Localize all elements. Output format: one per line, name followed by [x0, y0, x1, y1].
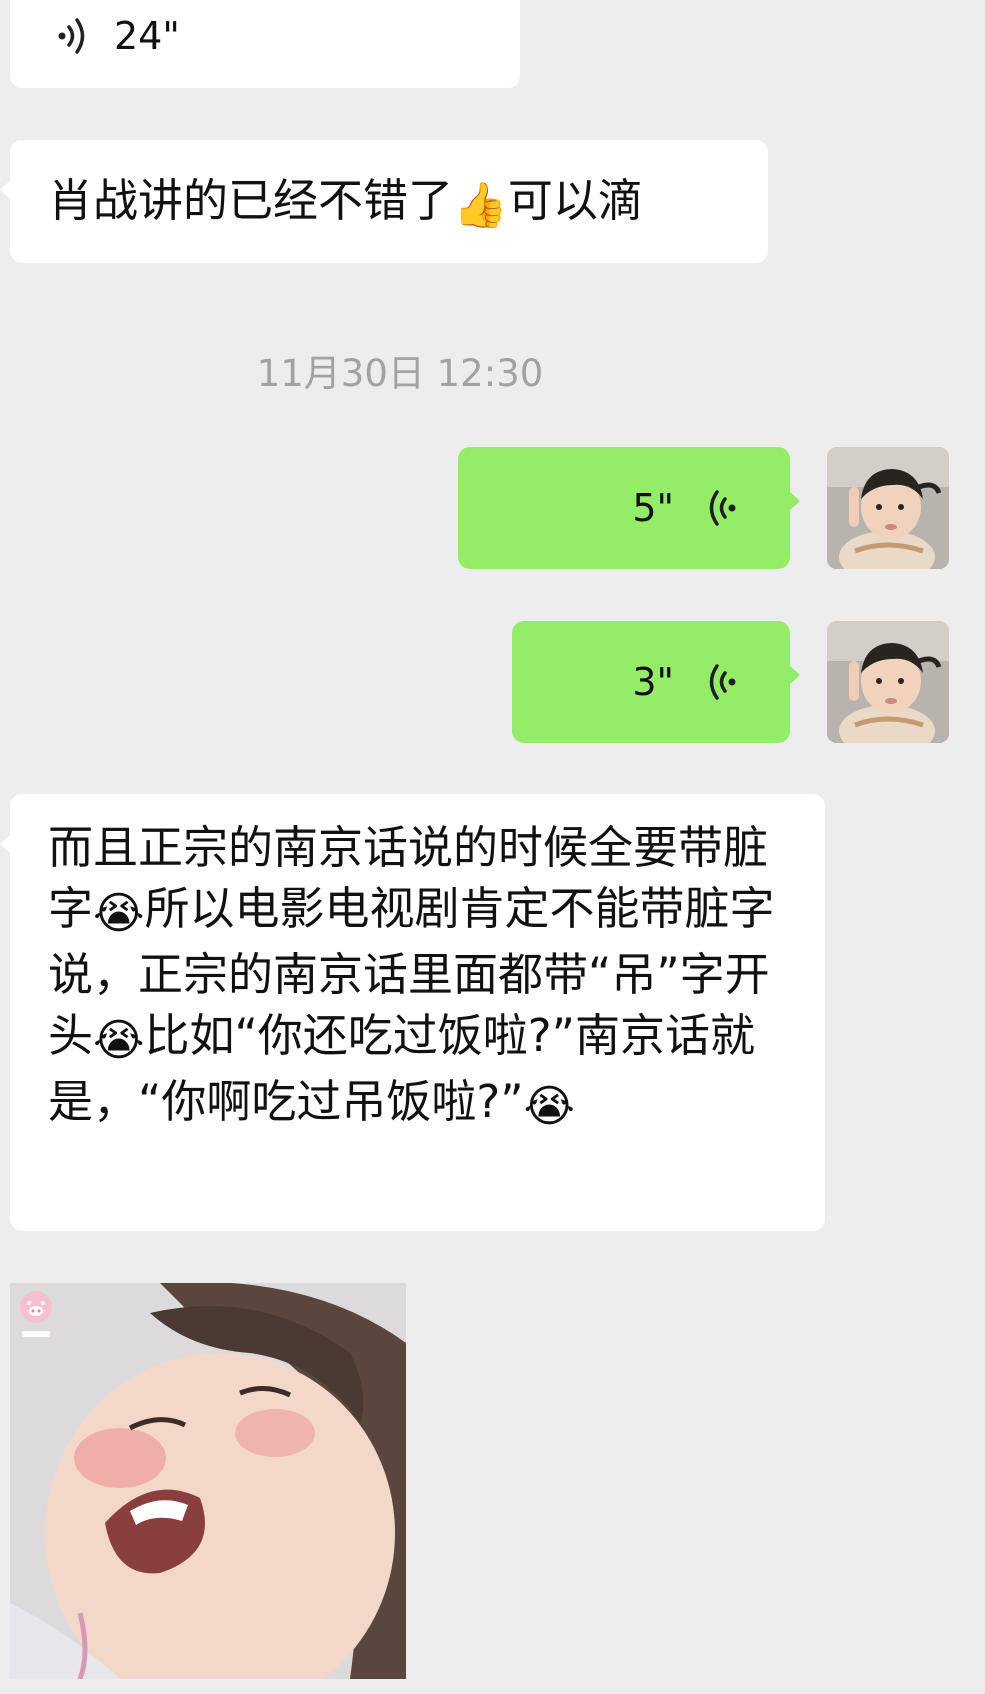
voice-wave-icon	[709, 490, 736, 526]
sticker-message[interactable]	[10, 1283, 406, 1679]
user-avatar[interactable]	[827, 621, 949, 743]
text-message-left[interactable]: 而且正宗的南京话说的时候全要带脏字😭所以电影电视剧肯定不能带脏字说，正宗的南京话…	[0, 794, 825, 1231]
user-avatar[interactable]	[827, 447, 949, 569]
voice-wave-icon	[709, 664, 736, 700]
text-message-left[interactable]: 肖战讲的已经不错了👍可以滴	[0, 140, 768, 263]
voice-duration: 3"	[632, 660, 674, 704]
voice-message-right[interactable]: 3"	[512, 621, 800, 743]
voice-duration: 5"	[632, 486, 674, 530]
thumbs-up-emoji: 👍	[453, 180, 508, 231]
loudly-crying-emoji: 😭	[93, 1015, 145, 1066]
message-timestamp: 11月30日 12:30	[256, 352, 544, 395]
pig-logo-icon	[20, 1291, 52, 1337]
message-text: 可以滴	[507, 174, 643, 227]
voice-message-right[interactable]: 5"	[458, 447, 800, 569]
crying-child-sticker	[10, 1283, 406, 1679]
child-avatar	[827, 621, 949, 743]
loudly-crying-emoji: 😭	[93, 888, 145, 939]
voice-duration: 24"	[114, 14, 180, 58]
voice-wave-icon	[58, 18, 85, 54]
child-avatar	[827, 447, 949, 569]
message-text: 肖战讲的已经不错了	[48, 174, 454, 227]
loudly-crying-emoji: 😭	[523, 1081, 575, 1132]
voice-message-left[interactable]: 24"	[10, 0, 520, 88]
message-text: 比如“你还吃过饭啦?”南京话就是，“你啊吃过吊饭啦?”	[48, 1009, 755, 1128]
